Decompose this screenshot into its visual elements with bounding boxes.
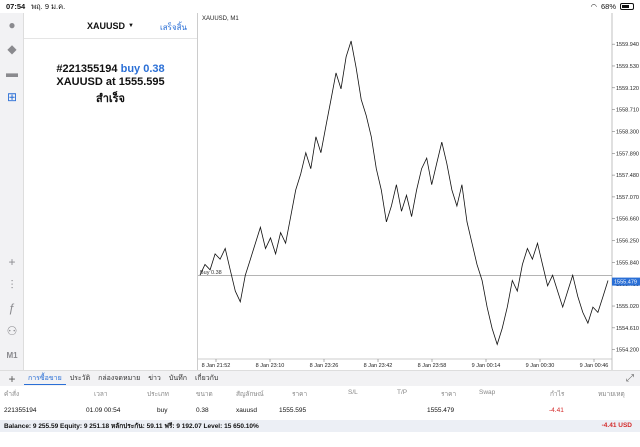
tab-trade[interactable]: การซื้อขาย [24, 373, 66, 385]
function-icon[interactable]: ƒ [4, 300, 20, 316]
col-profit: กำไร [550, 391, 565, 398]
balance-text: Balance: 9 255.59 Equity: 9 251.18 หลักป… [4, 423, 259, 430]
cell-price: 1555.595 [279, 407, 307, 414]
chat-icon[interactable]: ▬ [4, 65, 20, 81]
order-panel: XAUUSD ▼ เสร็จสิ้น #221355194 buy 0.38 X… [24, 13, 197, 125]
table-header: คำสั่ง เวลา ประเภท ขนาด สัญลักษณ์ ราคา S… [0, 387, 640, 399]
account-icon[interactable]: ● [4, 17, 20, 33]
col-symbol: สัญลักษณ์ [236, 391, 264, 398]
y-tick-label: 1557.070 [616, 195, 639, 201]
tab-history[interactable]: ประวัติ [66, 373, 94, 384]
status-time: 07:54 [6, 2, 26, 11]
tab-news[interactable]: ข่าว [144, 373, 165, 384]
y-tick-label: 1556.660 [616, 217, 639, 223]
x-tick-label: 8 Jan 23:10 [256, 363, 285, 369]
battery-percent: 68% [600, 2, 616, 11]
tab-journal[interactable]: บันทึก [165, 373, 191, 384]
chart-title: XAUUSD, M1 [202, 16, 239, 22]
price-series-line [199, 40, 609, 346]
col-swap: Swap [479, 389, 496, 396]
y-tick-label: 1558.710 [616, 108, 639, 114]
col-time: เวลา [94, 391, 108, 398]
current-price-label: 1555.479 [614, 280, 637, 286]
x-tick-label: 9 Jan 00:14 [472, 363, 501, 369]
cell-symbol: xauusd [236, 407, 257, 414]
y-tick-label: 1554.610 [616, 326, 639, 332]
y-tick-label: 1555.840 [616, 260, 639, 266]
col-order: คำสั่ง [4, 391, 20, 398]
cell-size: 0.38 [196, 407, 209, 414]
new-order-icon[interactable]: ⊞ [4, 89, 20, 105]
x-tick-label: 8 Jan 23:58 [418, 363, 447, 369]
done-button[interactable]: เสร็จสิ้น [160, 21, 187, 34]
y-tick-label: 1558.300 [616, 129, 639, 135]
col-type: ประเภท [147, 391, 169, 398]
col-price: ราคา [292, 391, 308, 398]
chevron-down-icon: ▼ [128, 22, 134, 29]
y-tick-label: 1556.250 [616, 239, 639, 245]
timeframe-button[interactable]: M1 [4, 347, 20, 363]
total-profit: -4.41 USD [601, 422, 632, 429]
status-bar: 07:54 พฤ. 9 ม.ค. ◠ 68% [0, 0, 640, 13]
cell-current-price: 1555.479 [427, 407, 455, 414]
signal-icon[interactable]: ◆ [4, 41, 20, 57]
y-tick-label: 1559.530 [616, 64, 639, 70]
col-comment: หมายเหตุ [598, 391, 625, 398]
order-result: #221355194 buy 0.38 XAUUSD at 1555.595 ส… [24, 63, 197, 107]
battery-icon [620, 3, 634, 10]
table-row[interactable]: 221355194 01.09 00:54 buy 0.38 xauusd 15… [0, 405, 640, 417]
cell-order: 221355194 [4, 407, 37, 414]
price-chart[interactable]: 1559.940 1559.530 1559.120 1558.710 1558.300… [197, 13, 640, 370]
y-tick-label: 1557.890 [616, 151, 639, 157]
symbol-label: XAUUSD [87, 20, 126, 31]
x-tick-label: 9 Jan 00:46 [580, 363, 609, 369]
chart-canvas[interactable]: 1559.940 1559.530 1559.120 1558.710 1558.300… [198, 13, 640, 370]
col-size: ขนาด [196, 391, 213, 398]
x-tick-label: 8 Jan 21:52 [202, 363, 231, 369]
y-tick-label: 1554.200 [616, 348, 639, 354]
y-tick-label: 1555.020 [616, 304, 639, 310]
x-tick-label: 8 Jan 23:42 [364, 363, 393, 369]
order-number: #221355194 [56, 63, 118, 75]
indicators-icon[interactable]: ⫶ [4, 277, 20, 293]
order-status: สำเร็จ [95, 93, 125, 105]
buy-level-label: Buy 0.38 [200, 270, 222, 276]
col-tp: T/P [397, 389, 408, 396]
y-tick-label: 1559.940 [616, 42, 639, 48]
y-tick-label: 1557.480 [616, 173, 639, 179]
tab-about[interactable]: เกี่ยวกับ [191, 373, 222, 384]
panel-header: XAUUSD ▼ เสร็จสิ้น [24, 13, 197, 39]
x-tick-label: 8 Jan 23:26 [310, 363, 339, 369]
expand-icon[interactable]: ⤢ [626, 373, 634, 384]
cell-type: buy [157, 407, 168, 414]
wifi-icon: ◠ [590, 2, 597, 11]
add-icon[interactable]: + [0, 372, 24, 386]
bottom-tabs: + การซื้อขาย ประวัติ กล่องจดหมาย ข่าว บั… [0, 370, 640, 386]
col-sl: S/L [348, 389, 358, 396]
balance-bar: Balance: 9 255.59 Equity: 9 251.18 หลักป… [0, 420, 640, 432]
symbol-select[interactable]: XAUUSD ▼ [87, 21, 134, 31]
left-toolbar: ● ◆ ▬ ⊞ + ⫶ ƒ ⚇ M1 [0, 13, 24, 370]
tab-mailbox[interactable]: กล่องจดหมาย [94, 373, 144, 384]
col-current-price: ราคา [441, 391, 457, 398]
cell-time: 01.09 00:54 [86, 407, 121, 414]
battery-fill [622, 5, 629, 8]
cell-profit: -4.41 [549, 407, 564, 414]
x-tick-label: 9 Jan 00:30 [526, 363, 555, 369]
order-price-line: XAUUSD at 1555.595 [56, 76, 165, 88]
order-side: buy 0.38 [120, 63, 165, 75]
y-tick-label: 1559.120 [616, 86, 639, 92]
status-date: พฤ. 9 ม.ค. [31, 1, 66, 11]
objects-icon[interactable]: ⚇ [4, 323, 20, 339]
crosshair-icon[interactable]: + [4, 254, 20, 270]
